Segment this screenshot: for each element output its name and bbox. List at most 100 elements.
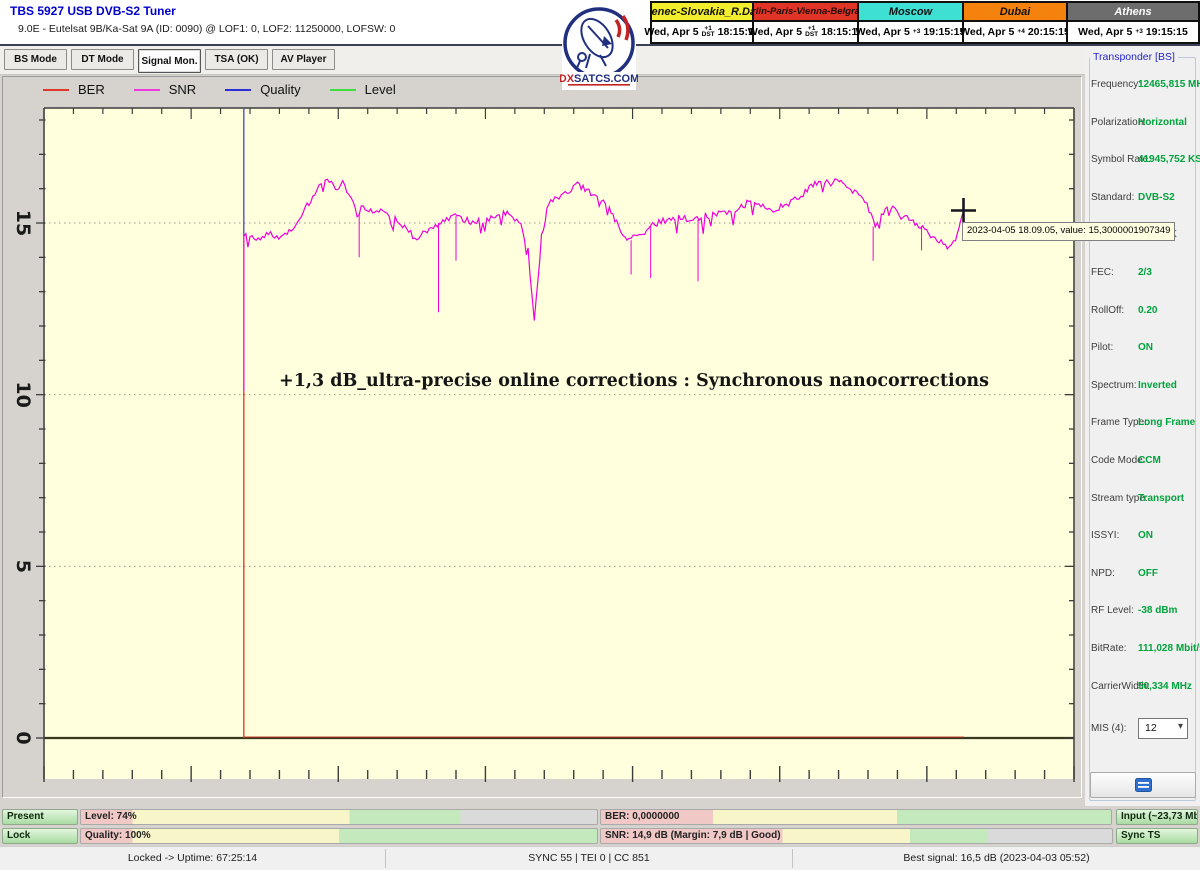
- transponder-field-row: Polarization: Horizontal: [1085, 117, 1200, 129]
- transponder-field-row: NPD: OFF: [1085, 568, 1200, 580]
- clock-date: Wed, Apr 5: [960, 26, 1014, 38]
- sync-ts-indicator: Sync TS: [1116, 828, 1198, 844]
- svg-text:15: 15: [12, 210, 34, 236]
- field-value: 2/3: [1138, 267, 1152, 278]
- clock-city-label: Athens: [1068, 3, 1198, 22]
- status-bar: Locked -> Uptime: 67:25:14 SYNC 55 | TEI…: [0, 846, 1200, 870]
- app-window: TBS 5927 USB DVB-S2 Tuner 9.0E - Eutelsa…: [0, 0, 1200, 870]
- dxsatcs-logo: DXSATCS.COM: [560, 2, 638, 91]
- transponder-fields: Frequency: 12465,815 MHz Polarization: H…: [1085, 46, 1200, 693]
- field-value: ON: [1138, 342, 1153, 353]
- status-uptime: Locked -> Uptime: 67:25:14: [0, 852, 385, 864]
- field-label: Standard:: [1091, 192, 1134, 203]
- field-label: BitRate:: [1091, 643, 1127, 654]
- input-rate-indicator: Input (~23,73 Mbps): [1116, 809, 1198, 825]
- transponder-field-row: RF Level: -38 dBm: [1085, 605, 1200, 617]
- clock-tz-offset: +1 DST: [702, 26, 715, 38]
- chevron-down-icon: ▾: [1178, 721, 1183, 732]
- level-progressbar: Level: 74%: [80, 809, 598, 825]
- field-label: RF Level:: [1091, 605, 1134, 616]
- mis-select[interactable]: 12 ▾: [1138, 718, 1188, 739]
- clock-tz-offset: +4: [1017, 29, 1024, 35]
- svg-text:0: 0: [12, 731, 34, 744]
- clock-time: Wed, Apr 5 +1 DST 18:15:15: [652, 22, 752, 42]
- field-value: Horizontal: [1138, 117, 1187, 128]
- mis-selected-value: 12: [1145, 722, 1157, 734]
- quality-progressbar: Quality: 100%: [80, 828, 598, 844]
- transponder-field-row: ISSYI: ON: [1085, 530, 1200, 542]
- transponder-field-row: Symbol Rate: 41945,752 KS/s: [1085, 154, 1200, 166]
- transponder-field-row: Frequency: 12465,815 MHz: [1085, 79, 1200, 91]
- field-label: RollOff:: [1091, 305, 1124, 316]
- field-label: Frequency:: [1091, 79, 1141, 90]
- transponder-field-row: RollOff: 0.20: [1085, 305, 1200, 317]
- mis-row: MIS (4): 12 ▾: [1085, 718, 1200, 740]
- ber-label: BER: 0,0000000: [605, 811, 680, 822]
- svg-text:5: 5: [12, 560, 34, 573]
- mode-tab[interactable]: Signal Mon.: [138, 49, 201, 73]
- clock-panel: Berlin-Paris-Vienna-Belgrade Wed, Apr 5 …: [752, 3, 857, 42]
- field-label: Spectrum:: [1091, 380, 1137, 391]
- field-value: 12465,815 MHz: [1138, 79, 1200, 90]
- field-value: Transport: [1138, 493, 1184, 504]
- crosshair-cursor: [951, 198, 976, 223]
- field-label: FEC:: [1091, 267, 1114, 278]
- clock-date: Wed, Apr 5: [1078, 26, 1132, 38]
- clock-hms: 19:15:15: [1146, 26, 1188, 38]
- clock-tz-offset: +3: [913, 29, 920, 35]
- clock-time: Wed, Apr 5 +3 19:15:15: [859, 22, 962, 42]
- field-value: Inverted: [1138, 380, 1177, 391]
- transponder-panel: Transponder [BS] Frequency: 12465,815 MH…: [1085, 46, 1200, 806]
- world-clocks: Lučenec-Slovakia_R.Dávid Wed, Apr 5 +1 D…: [650, 1, 1200, 44]
- field-value: 50,334 MHz: [1138, 681, 1192, 692]
- field-value: DVB-S2: [1138, 192, 1175, 203]
- clock-tz-offset: +1 DST: [805, 26, 818, 38]
- clock-panel: Moscow Wed, Apr 5 +3 19:15:15: [857, 3, 962, 42]
- clock-date: Wed, Apr 5: [748, 26, 802, 38]
- clock-time: Wed, Apr 5 +4 20:15:15: [964, 22, 1066, 42]
- clock-date: Wed, Apr 5: [644, 26, 698, 38]
- quality-label: Quality: 100%: [85, 830, 151, 841]
- transponder-field-row: Standard: DVB-S2: [1085, 192, 1200, 204]
- field-label: Pilot:: [1091, 342, 1113, 353]
- clock-city-label: Dubai: [964, 3, 1066, 22]
- status-best-signal: Best signal: 16,5 dB (2023-04-03 05:52): [793, 852, 1200, 864]
- field-label: ISSYI:: [1091, 530, 1119, 541]
- transponder-field-row: Code Mode: CCM: [1085, 455, 1200, 467]
- transponder-field-row: CarrierWidth: 50,334 MHz: [1085, 681, 1200, 693]
- status-sync-counters: SYNC 55 | TEI 0 | CC 851: [386, 852, 792, 864]
- chart-panel: BER SNR Quality Level 051015 +1,3 dB_ult…: [2, 76, 1082, 798]
- chart-generated-layers: 0 5 10 15: [12, 108, 1074, 782]
- transponder-field-row: Pilot: ON: [1085, 342, 1200, 354]
- clock-hms: 20:15:15: [1028, 26, 1070, 38]
- ber-progressbar: BER: 0,0000000: [600, 809, 1112, 825]
- clock-city-label: Moscow: [859, 3, 962, 22]
- field-value: Long Frame: [1138, 417, 1195, 428]
- clock-time: Wed, Apr 5 +3 19:15:15: [1068, 22, 1198, 42]
- clock-date: Wed, Apr 5: [856, 26, 910, 38]
- transponder-field-row: FEC: 2/3: [1085, 267, 1200, 279]
- svg-text:10: 10: [12, 381, 34, 407]
- mode-tab[interactable]: AV Player: [272, 49, 335, 70]
- transponder-field-row: Frame Type: Long Frame: [1085, 417, 1200, 429]
- logo-circle: [565, 9, 633, 77]
- transponder-field-row: Spectrum: Inverted: [1085, 380, 1200, 392]
- level-label: Level: 74%: [85, 811, 137, 822]
- mode-tab[interactable]: TSA (OK): [205, 49, 268, 70]
- stream-list-button[interactable]: [1090, 772, 1196, 798]
- mode-tab[interactable]: DT Mode: [71, 49, 134, 70]
- tuner-subtitle: 9.0E - Eutelsat 9B/Ka-Sat 9A (ID: 0090) …: [18, 23, 395, 35]
- present-indicator: Present: [2, 809, 78, 825]
- clock-panel: Lučenec-Slovakia_R.Dávid Wed, Apr 5 +1 D…: [652, 3, 752, 42]
- field-value: CCM: [1138, 455, 1161, 466]
- mis-label: MIS (4):: [1091, 723, 1127, 734]
- chart-tooltip: 2023-04-05 18.09.05, value: 15,300000190…: [962, 222, 1175, 241]
- clock-hms: 19:15:15: [923, 26, 965, 38]
- field-value: 41945,752 KS/s: [1138, 154, 1200, 165]
- mode-tab[interactable]: BS Mode: [4, 49, 67, 70]
- transponder-field-row: BitRate: 111,028 Mbit/s: [1085, 643, 1200, 655]
- signal-chart[interactable]: 051015 +1,3 dB_ultra-precise online corr…: [5, 77, 1081, 799]
- clock-city-label: Berlin-Paris-Vienna-Belgrade: [754, 3, 857, 22]
- logo-text: DXSATCS.COM: [560, 73, 638, 85]
- clock-city-label: Lučenec-Slovakia_R.Dávid: [652, 3, 752, 22]
